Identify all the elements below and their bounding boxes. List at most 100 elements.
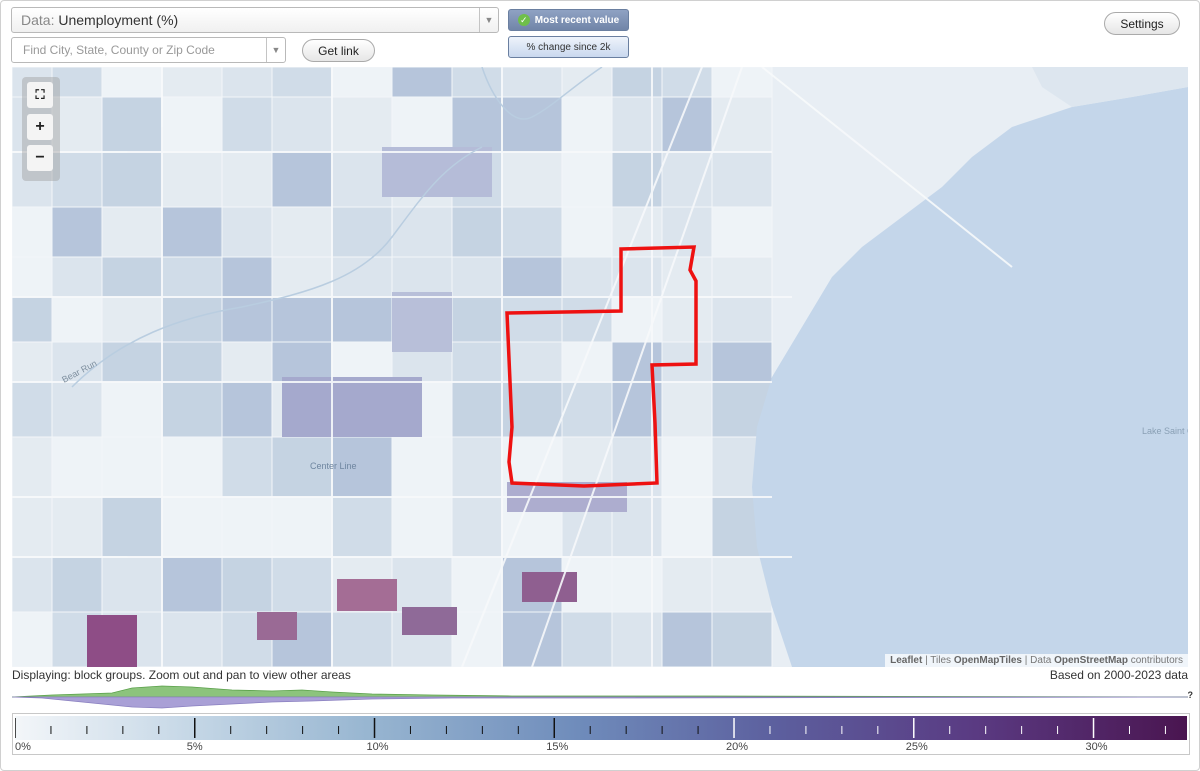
lake-label: Lake Saint C bbox=[1142, 426, 1188, 436]
block-group bbox=[12, 436, 53, 498]
block-group bbox=[561, 611, 613, 667]
block-group bbox=[661, 381, 713, 438]
block-group bbox=[271, 256, 333, 298]
zoom-in-button[interactable]: + bbox=[27, 114, 53, 140]
block-group bbox=[161, 341, 223, 383]
osm-link[interactable]: OpenStreetMap bbox=[1054, 655, 1128, 666]
block-group bbox=[451, 611, 503, 667]
block-group bbox=[101, 436, 163, 498]
block-group bbox=[661, 296, 713, 343]
chevron-down-icon[interactable]: ▼ bbox=[266, 38, 285, 62]
block-group bbox=[51, 206, 103, 258]
legend-tick-label: 0% bbox=[15, 741, 31, 753]
block-group bbox=[271, 296, 333, 343]
data-select[interactable]: Data: Unemployment (%) ▼ bbox=[11, 7, 499, 33]
block-group bbox=[501, 611, 563, 667]
block-group bbox=[161, 96, 223, 153]
block-group bbox=[331, 341, 393, 383]
block-group bbox=[331, 611, 393, 667]
block-group bbox=[711, 256, 773, 298]
block-group bbox=[51, 296, 103, 343]
block-group bbox=[161, 381, 223, 438]
block-group bbox=[402, 607, 457, 635]
block-group bbox=[101, 67, 163, 98]
block-group bbox=[661, 611, 713, 667]
block-group bbox=[221, 436, 273, 498]
zoom-control: ⛶ + − bbox=[22, 77, 60, 181]
chevron-down-icon[interactable]: ▼ bbox=[479, 8, 498, 32]
block-group bbox=[221, 67, 273, 98]
block-group bbox=[331, 296, 393, 343]
block-group bbox=[711, 611, 773, 667]
block-group bbox=[161, 67, 223, 98]
block-group bbox=[391, 436, 453, 498]
leaflet-link[interactable]: Leaflet bbox=[890, 655, 922, 666]
block-group bbox=[661, 67, 713, 98]
block-group-layer bbox=[12, 67, 773, 667]
block-group bbox=[711, 341, 773, 383]
legend-tick-label: 25% bbox=[905, 741, 928, 753]
fullscreen-icon[interactable]: ⛶ bbox=[27, 82, 53, 108]
block-group bbox=[382, 147, 492, 197]
block-group bbox=[391, 96, 453, 153]
block-group bbox=[12, 296, 53, 343]
block-group bbox=[451, 256, 503, 298]
block-group bbox=[331, 67, 393, 98]
location-search[interactable]: ▼ bbox=[11, 37, 286, 63]
data-range-status: Based on 2000-2023 data bbox=[1049, 668, 1188, 682]
block-group bbox=[501, 256, 563, 298]
legend-tick-label: 15% bbox=[546, 741, 569, 753]
block-group bbox=[161, 611, 223, 667]
legend-tick-label: 20% bbox=[726, 741, 749, 753]
block-group bbox=[12, 381, 53, 438]
block-group bbox=[451, 496, 503, 558]
block-group bbox=[391, 206, 453, 258]
block-group bbox=[661, 556, 713, 613]
block-group bbox=[561, 151, 613, 208]
block-group bbox=[101, 151, 163, 208]
block-group bbox=[501, 96, 563, 153]
block-group bbox=[282, 377, 422, 437]
pct-change-toggle[interactable]: % change since 2k bbox=[508, 36, 629, 58]
tiles-link[interactable]: OpenMapTiles bbox=[954, 655, 1022, 666]
most-recent-value-toggle[interactable]: ✓ Most recent value bbox=[508, 9, 629, 31]
search-input[interactable] bbox=[21, 42, 265, 58]
block-group bbox=[221, 556, 273, 613]
block-group bbox=[522, 572, 577, 602]
block-group bbox=[331, 496, 393, 558]
block-group bbox=[161, 556, 223, 613]
block-group bbox=[12, 341, 53, 383]
block-group bbox=[561, 256, 613, 298]
block-group bbox=[51, 256, 103, 298]
map-attribution: Leaflet | Tiles OpenMapTiles | Data Open… bbox=[885, 654, 1188, 667]
block-group bbox=[561, 341, 613, 383]
block-group bbox=[161, 256, 223, 298]
block-group bbox=[101, 381, 163, 438]
data-select-value: Unemployment (%) bbox=[58, 12, 179, 28]
block-group bbox=[101, 496, 163, 558]
block-group bbox=[161, 206, 223, 258]
block-group bbox=[451, 67, 503, 98]
settings-button[interactable]: Settings bbox=[1104, 12, 1180, 35]
block-group bbox=[51, 496, 103, 558]
get-link-button[interactable]: Get link bbox=[302, 39, 375, 62]
block-group bbox=[661, 151, 713, 208]
block-group bbox=[611, 556, 663, 613]
block-group bbox=[51, 381, 103, 438]
block-group bbox=[161, 151, 223, 208]
block-group bbox=[451, 296, 503, 343]
displaying-status: Displaying: block groups. Zoom out and p… bbox=[12, 668, 351, 682]
block-group bbox=[221, 206, 273, 258]
block-group bbox=[611, 151, 663, 208]
choropleth-map[interactable]: Bear Run Center Line Lake Saint C ⛶ + − … bbox=[12, 67, 1188, 667]
block-group bbox=[451, 341, 503, 383]
block-group bbox=[221, 256, 273, 298]
map-canvas[interactable]: Bear Run Center Line Lake Saint C bbox=[12, 67, 1188, 667]
block-group bbox=[501, 67, 563, 98]
help-icon[interactable]: ? bbox=[1188, 690, 1194, 700]
block-group bbox=[391, 496, 453, 558]
block-group bbox=[271, 341, 333, 383]
block-group bbox=[391, 556, 453, 613]
block-group bbox=[451, 381, 503, 438]
zoom-out-button[interactable]: − bbox=[27, 145, 53, 171]
